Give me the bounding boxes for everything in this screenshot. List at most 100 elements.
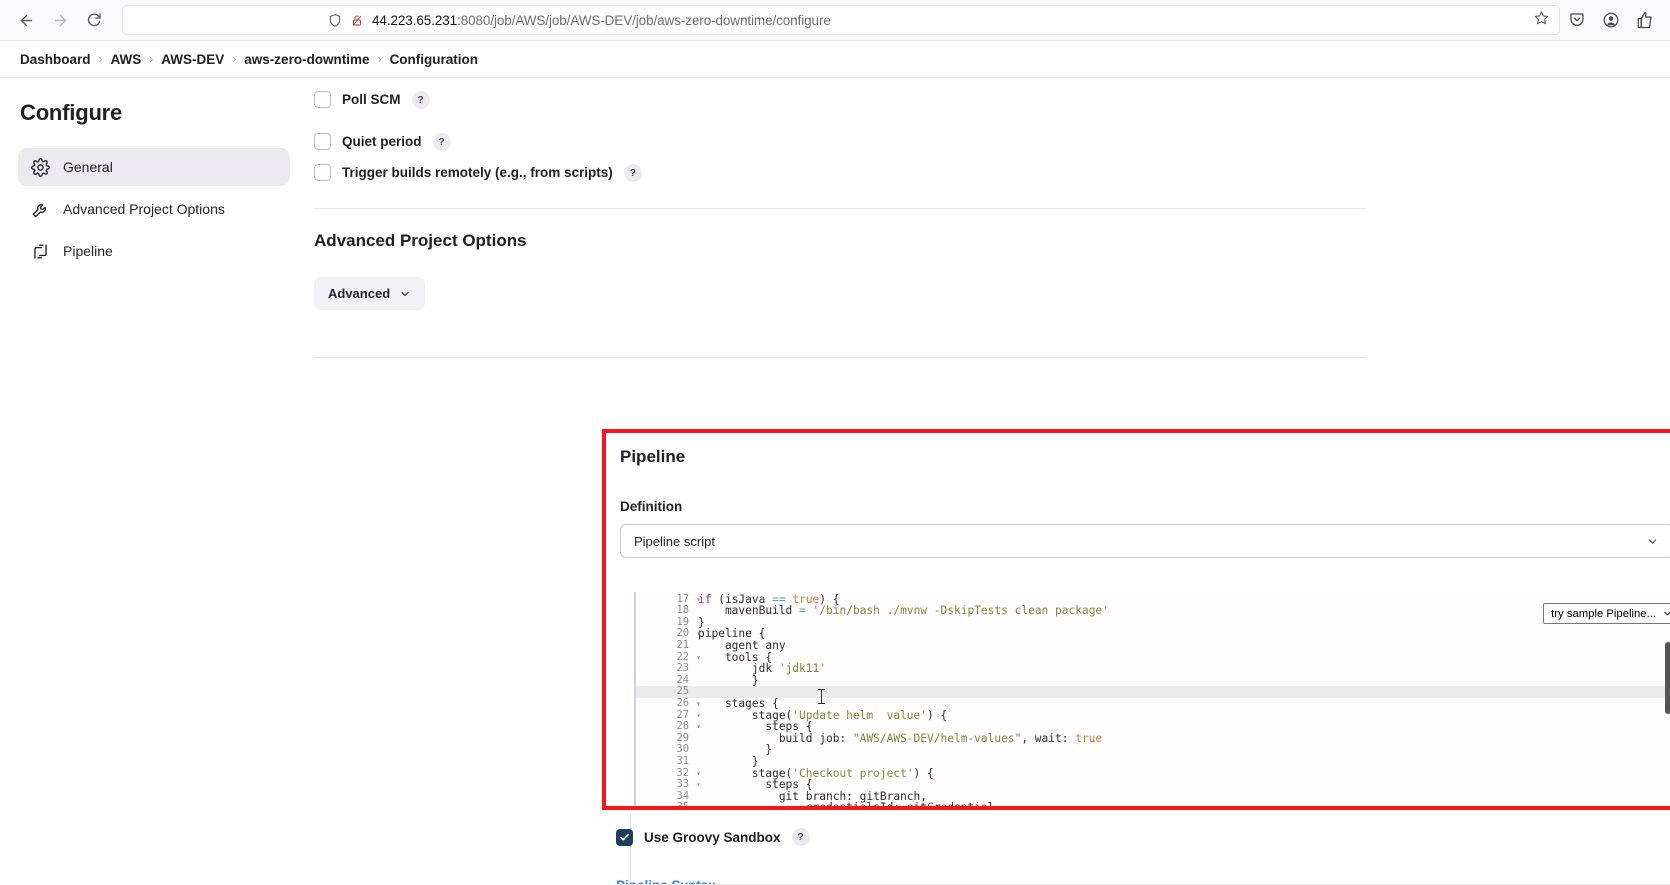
address-bar[interactable]: 44.223.65.231:8080/job/AWS/job/AWS-DEV/j…: [122, 5, 1560, 35]
chevron-down-icon: [401, 291, 409, 296]
back-button[interactable]: [10, 5, 42, 35]
browser-nav-buttons: [10, 5, 110, 35]
browser-right-icons: [1568, 11, 1660, 29]
try-sample-pipeline-select[interactable]: try sample Pipeline...: [1543, 603, 1670, 624]
gear-icon: [30, 157, 50, 177]
pipeline-footer: Use Groovy Sandbox ? Pipeline Syntax: [616, 828, 810, 885]
star-icon[interactable]: [1534, 10, 1549, 30]
definition-label: Definition: [620, 499, 683, 514]
url-host: 44.223.65.231: [372, 12, 458, 28]
pipeline-title: Pipeline: [620, 447, 686, 466]
trigger-remotely-label: Trigger builds remotely (e.g., from scri…: [342, 165, 613, 180]
code-line[interactable]: 29 build job: "AWS/AWS-DEV/helm-values",…: [636, 732, 1670, 745]
help-icon[interactable]: ?: [623, 163, 642, 182]
forward-button[interactable]: [44, 5, 76, 35]
trigger-remotely-checkbox[interactable]: [314, 164, 331, 181]
code-line[interactable]: 20 ▾ pipeline {: [636, 628, 1670, 640]
help-icon[interactable]: ?: [432, 132, 451, 151]
sidebar-item-label: Pipeline: [63, 243, 113, 259]
poll-scm-checkbox[interactable]: [314, 91, 331, 108]
code-line[interactable]: 30 }: [636, 744, 1670, 756]
pipeline-section: Pipeline Definition Pipeline script Scri…: [606, 433, 1670, 612]
section-divider: [314, 208, 1366, 209]
sidebar-item-label: Advanced Project Options: [63, 201, 225, 217]
code-line[interactable]: 19}: [636, 616, 1670, 629]
code-line-number: 21: [676, 638, 689, 651]
definition-select[interactable]: Pipeline script: [620, 524, 1670, 558]
use-groovy-sandbox-checkbox[interactable]: [616, 828, 633, 846]
code-line[interactable]: 35 credentialsId: gitCredential,: [636, 801, 1670, 810]
thumbs-up-icon[interactable]: [1636, 11, 1654, 29]
page-body: Configure General Advanced Project Optio…: [0, 78, 1670, 885]
check-icon: [620, 833, 629, 841]
help-icon[interactable]: ?: [791, 828, 810, 846]
breadcrumb-item-aws[interactable]: AWS: [111, 52, 142, 67]
code-line[interactable]: 21 agent any: [636, 638, 1670, 652]
url-path: :8080/job/AWS/job/AWS-DEV/job/aws-zero-d…: [457, 12, 831, 28]
use-groovy-sandbox-label: Use Groovy Sandbox: [644, 829, 781, 845]
sidebar: Configure General Advanced Project Optio…: [0, 78, 300, 885]
checkbox-row-poll-scm: Poll SCM ?: [314, 84, 1374, 115]
fold-arrow-icon[interactable]: ▾: [696, 628, 701, 640]
advanced-toggle-label: Advanced: [328, 286, 391, 301]
fold-arrow-icon[interactable]: ▾: [696, 768, 701, 780]
code-line-number: 28 ▾: [676, 720, 701, 733]
sidebar-item-advanced-project-options[interactable]: Advanced Project Options: [18, 190, 290, 228]
quiet-period-checkbox[interactable]: [314, 133, 331, 150]
breadcrumb-item-aws-zero-downtime[interactable]: aws-zero-downtime: [244, 52, 369, 67]
chevron-down-icon: [1648, 538, 1657, 544]
breadcrumb-separator-icon: ›: [98, 52, 103, 66]
text-cursor: [818, 689, 825, 704]
account-circle-icon[interactable]: [1602, 11, 1620, 29]
fold-arrow-icon[interactable]: ▾: [696, 698, 701, 710]
shield-icon: [329, 13, 341, 27]
lock-broken-icon: [352, 15, 362, 26]
page-title: Configure: [20, 100, 123, 125]
breadcrumb-item-dashboard[interactable]: Dashboard: [20, 52, 91, 67]
section-divider: [314, 357, 1366, 358]
checkbox-row-groovy-sandbox: Use Groovy Sandbox ?: [616, 828, 810, 846]
general-form: Poll SCM ? Quiet period ? Trigger builds…: [314, 78, 1374, 358]
try-sample-pipeline-value: try sample Pipeline...: [1551, 607, 1656, 620]
reload-button[interactable]: [78, 5, 110, 35]
pipeline-section-highlight: Pipeline Definition Pipeline script Scri…: [602, 429, 1670, 810]
sidebar-item-label: General: [63, 159, 113, 175]
reload-icon: [87, 13, 101, 27]
wrench-icon: [30, 199, 50, 219]
breadcrumb-separator-icon: ›: [232, 52, 237, 66]
fold-arrow-icon[interactable]: ▾: [696, 710, 701, 722]
breadcrumb-separator-icon: ›: [377, 52, 382, 66]
back-arrow-icon: [20, 14, 32, 26]
help-icon[interactable]: ?: [411, 90, 430, 109]
code-line-text: credentialsId: gitCredential,: [698, 801, 1002, 810]
definition-select-value: Pipeline script: [634, 533, 715, 549]
advanced-toggle-button[interactable]: Advanced: [314, 277, 426, 310]
fold-arrow-icon[interactable]: ▾: [696, 779, 701, 791]
breadcrumb: Dashboard › AWS › AWS-DEV › aws-zero-dow…: [0, 41, 1670, 78]
breadcrumb-item-configuration[interactable]: Configuration: [390, 52, 478, 67]
code-line[interactable]: 25: [636, 686, 1670, 698]
fold-arrow-icon[interactable]: ▾: [696, 652, 701, 664]
fold-arrow-icon[interactable]: ▾: [696, 594, 701, 606]
code-line-text: mavenBuild = '/bin/bash ./mvnw -DskipTes…: [698, 604, 1109, 618]
code-line-number: 23: [676, 662, 689, 675]
fold-arrow-icon[interactable]: ▾: [696, 721, 701, 733]
url-text: 44.223.65.231:8080/job/AWS/job/AWS-DEV/j…: [372, 13, 831, 28]
checkbox-row-quiet-period: Quiet period ?: [314, 126, 1374, 157]
breadcrumb-item-aws-dev[interactable]: AWS-DEV: [161, 52, 224, 67]
pipeline-icon: [30, 241, 50, 261]
main-content: Poll SCM ? Quiet period ? Trigger builds…: [300, 78, 1670, 885]
pocket-save-icon[interactable]: [1568, 11, 1586, 29]
code-line[interactable]: 18 mavenBuild = '/bin/bash ./mvnw -Dskip…: [636, 605, 1670, 617]
sidebar-item-general[interactable]: General: [18, 148, 290, 186]
editor-scrollbar-thumb[interactable]: [1665, 642, 1670, 714]
code-line[interactable]: 24 }: [636, 674, 1670, 687]
code-line[interactable]: 23 jdk 'jdk11': [636, 663, 1670, 675]
address-bar-icons: [328, 13, 363, 28]
code-line-number: 33 ▾: [676, 778, 701, 791]
forward-arrow-icon: [54, 14, 66, 26]
sidebar-item-pipeline[interactable]: Pipeline: [18, 232, 290, 270]
code-editor-content[interactable]: 16 17▾if (isJava == true) {18 mavenBuild…: [636, 592, 1670, 810]
script-code-editor[interactable]: 16 17▾if (isJava == true) {18 mavenBuild…: [634, 592, 1670, 810]
code-line-number: 31: [676, 754, 689, 767]
